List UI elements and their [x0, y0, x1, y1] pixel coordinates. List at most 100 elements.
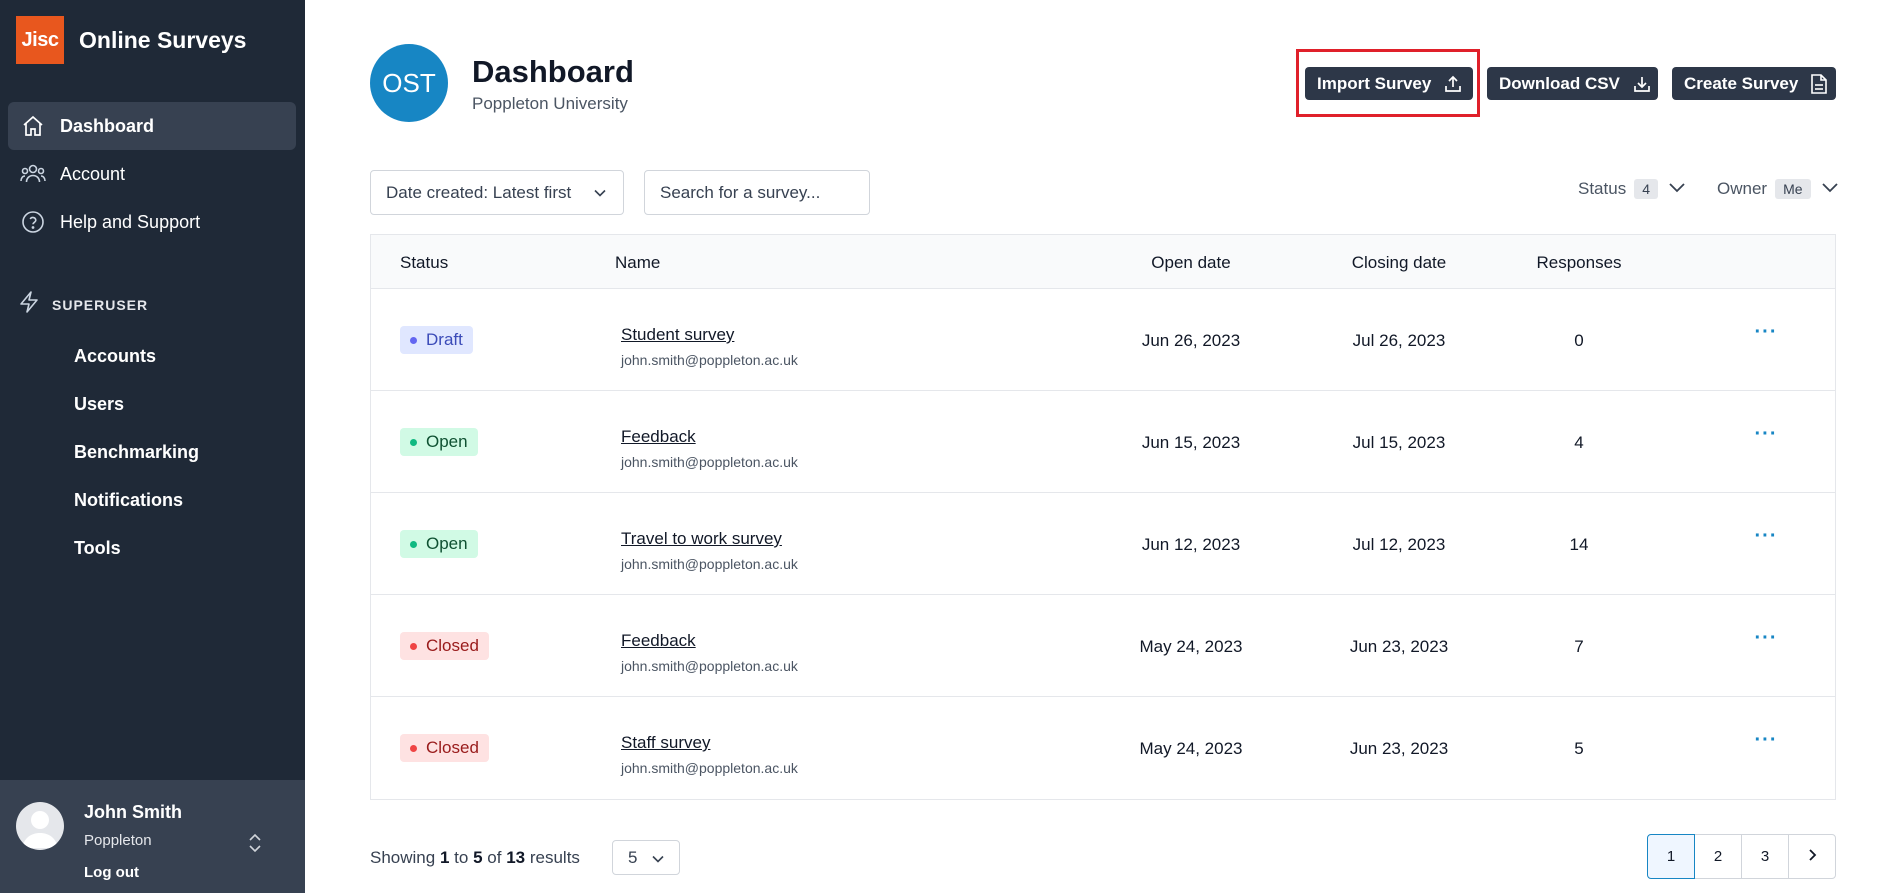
chevron-up-down-icon[interactable]: [246, 830, 264, 856]
sidebar-item-dashboard[interactable]: Dashboard: [8, 102, 296, 150]
survey-owner: john.smith@poppleton.ac.uk: [621, 556, 798, 572]
pagination: 1 2 3: [1647, 834, 1836, 879]
status-badge: Open: [400, 428, 478, 456]
header-name[interactable]: Name: [615, 253, 660, 273]
survey-name-link[interactable]: Staff survey: [621, 733, 710, 753]
sidebar-item-help[interactable]: Help and Support: [8, 198, 296, 246]
of-word: of: [487, 848, 502, 867]
per-page-select[interactable]: 5: [612, 840, 680, 875]
status-text: Open: [426, 432, 468, 451]
status-text: Open: [426, 534, 468, 553]
response-count: 4: [1574, 433, 1584, 452]
results-summary: Showing 1 to 5 of 13 results: [370, 848, 580, 868]
survey-owner: john.smith@poppleton.ac.uk: [621, 658, 798, 674]
import-survey-label: Import Survey: [1317, 73, 1432, 93]
page-subtitle: Poppleton University: [472, 94, 628, 113]
table-header: Status Name Open date Closing date Respo…: [371, 235, 1835, 289]
chevron-down-icon: [1668, 179, 1686, 199]
sidebar-item-account[interactable]: Account: [8, 150, 296, 198]
table-row: Closed Feedback john.smith@poppleton.ac.…: [371, 595, 1835, 697]
page-title: Dashboard: [472, 54, 634, 89]
create-survey-button[interactable]: Create Survey: [1672, 67, 1836, 100]
sidebar-item-label: Help and Support: [60, 211, 201, 232]
header-closing-date[interactable]: Closing date: [1319, 253, 1479, 273]
owner-filter[interactable]: Owner Me: [1717, 176, 1839, 202]
next-page-button[interactable]: [1788, 834, 1836, 879]
survey-name-link[interactable]: Travel to work survey: [621, 529, 782, 549]
user-name: John Smith: [84, 802, 182, 822]
open-date: May 24, 2023: [1139, 739, 1243, 758]
avatar: [16, 802, 64, 850]
sidebar: Jisc Online Surveys Dashboard Account He…: [0, 0, 305, 893]
owner-filter-label: Owner: [1717, 179, 1768, 198]
closing-date: Jul 15, 2023: [1352, 433, 1446, 452]
page-2-button[interactable]: 2: [1694, 834, 1742, 879]
sidebar-item-users[interactable]: Users: [74, 380, 199, 428]
table-row: Draft Student survey john.smith@poppleto…: [371, 289, 1835, 391]
chevron-down-icon: [593, 185, 607, 205]
header-status[interactable]: Status: [400, 253, 448, 273]
logout-link[interactable]: Log out: [84, 864, 139, 881]
import-survey-button[interactable]: Import Survey: [1305, 67, 1473, 100]
chevron-down-icon: [651, 851, 665, 871]
closing-date: Jun 23, 2023: [1349, 637, 1449, 656]
status-badge: Draft: [400, 326, 473, 354]
document-icon: [1810, 73, 1828, 95]
open-date: May 24, 2023: [1139, 637, 1243, 656]
open-date: Jun 15, 2023: [1141, 433, 1241, 452]
per-page-value: 5: [628, 847, 638, 867]
org-badge: OST: [370, 44, 448, 122]
more-options-icon[interactable]: ···: [1751, 628, 1781, 653]
survey-name-link[interactable]: Feedback: [621, 631, 696, 651]
app-name: Online Surveys: [79, 26, 247, 53]
sidebar-item-accounts[interactable]: Accounts: [74, 332, 199, 380]
sidebar-item-benchmarking[interactable]: Benchmarking: [74, 428, 199, 476]
more-options-icon[interactable]: ···: [1751, 322, 1781, 347]
status-filter-label: Status: [1578, 179, 1627, 198]
header-responses[interactable]: Responses: [1519, 253, 1639, 273]
user-panel: John Smith Poppleton Log out: [0, 780, 305, 893]
chevron-right-icon: [1806, 848, 1818, 866]
status-text: Closed: [426, 636, 479, 655]
search-input[interactable]: [644, 170, 870, 215]
to-word: to: [454, 848, 469, 867]
more-options-icon[interactable]: ···: [1751, 730, 1781, 755]
brand[interactable]: Jisc Online Surveys: [16, 16, 246, 64]
download-csv-button[interactable]: Download CSV: [1487, 67, 1658, 100]
closing-date: Jul 12, 2023: [1352, 535, 1446, 554]
header-open-date[interactable]: Open date: [1111, 253, 1271, 273]
jisc-logo: Jisc: [16, 16, 64, 64]
survey-owner: john.smith@poppleton.ac.uk: [621, 352, 798, 368]
closing-date: Jul 26, 2023: [1352, 331, 1446, 350]
page-1-button[interactable]: 1: [1647, 834, 1695, 879]
more-options-icon[interactable]: ···: [1751, 526, 1781, 551]
survey-owner: john.smith@poppleton.ac.uk: [621, 454, 798, 470]
response-count: 5: [1574, 739, 1584, 758]
status-text: Draft: [426, 330, 463, 349]
survey-name-link[interactable]: Student survey: [621, 325, 734, 345]
superuser-nav: Accounts Users Benchmarking Notification…: [74, 332, 199, 572]
status-badge: Closed: [400, 632, 489, 660]
upload-icon: [1443, 74, 1463, 94]
open-date: Jun 12, 2023: [1141, 535, 1241, 554]
users-icon: [18, 159, 48, 189]
table-row: Closed Staff survey john.smith@poppleton…: [371, 697, 1835, 799]
status-filter[interactable]: Status 4: [1578, 176, 1686, 202]
status-dot: [410, 336, 417, 344]
chevron-down-icon: [1821, 179, 1839, 199]
surveys-table: Status Name Open date Closing date Respo…: [370, 234, 1836, 800]
survey-name-link[interactable]: Feedback: [621, 427, 696, 447]
sidebar-item-notifications[interactable]: Notifications: [74, 476, 199, 524]
status-dot: [410, 744, 417, 752]
main-nav: Dashboard Account Help and Support: [8, 102, 296, 246]
sidebar-item-tools[interactable]: Tools: [74, 524, 199, 572]
results-total: 13: [506, 848, 526, 867]
sort-select[interactable]: Date created: Latest first: [370, 170, 624, 215]
status-badge: Closed: [400, 734, 489, 762]
page-3-button[interactable]: 3: [1741, 834, 1789, 879]
status-count-badge: 4: [1634, 179, 1658, 199]
user-org: Poppleton: [84, 832, 152, 849]
status-badge: Open: [400, 530, 478, 558]
superuser-label: SUPERUSER: [52, 296, 149, 313]
more-options-icon[interactable]: ···: [1751, 424, 1781, 449]
